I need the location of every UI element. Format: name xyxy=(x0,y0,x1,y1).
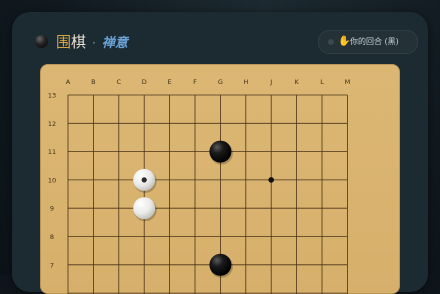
row-label: 13 xyxy=(48,92,56,100)
column-label: M xyxy=(345,78,351,86)
title-subtitle: 禅意 xyxy=(101,36,128,51)
turn-indicator: ✋ 你的回合 (黑) xyxy=(318,30,418,54)
column-label: L xyxy=(320,78,324,86)
header: 围棋 · 禅意 ✋ 你的回合 (黑) xyxy=(22,30,418,54)
title-main: 棋 xyxy=(71,33,87,51)
column-label: B xyxy=(91,78,95,86)
black-stone-logo-icon xyxy=(35,35,48,48)
column-label: E xyxy=(168,78,172,86)
turn-label: 你的回合 (黑) xyxy=(350,37,399,46)
star-point xyxy=(268,177,274,183)
column-label: F xyxy=(193,78,197,86)
row-label: 9 xyxy=(50,205,54,213)
black-stone[interactable] xyxy=(209,253,232,276)
last-move-marker xyxy=(141,177,147,183)
column-label: J xyxy=(269,78,272,86)
row-label: 8 xyxy=(50,233,54,241)
row-label: 12 xyxy=(48,120,56,128)
white-stone[interactable] xyxy=(133,197,156,220)
row-label: 7 xyxy=(50,261,54,269)
column-label: H xyxy=(243,78,248,86)
column-label: C xyxy=(117,78,122,86)
column-label: D xyxy=(142,78,147,86)
board-canvas[interactable]: A B C D E F G H J K L M 13 12 11 10 9 8 7 xyxy=(40,64,400,294)
hand-icon: ✋ xyxy=(338,36,351,47)
column-label: A xyxy=(66,78,71,86)
go-board[interactable]: A B C D E F G H J K L M 13 12 11 10 9 8 7 xyxy=(40,64,400,294)
title-separator: · xyxy=(92,36,96,50)
row-label: 10 xyxy=(48,176,56,184)
column-label: K xyxy=(294,78,299,86)
title-accent: 围 xyxy=(56,33,72,51)
black-stone[interactable] xyxy=(209,140,232,163)
column-label: G xyxy=(218,78,223,86)
page-title: 围棋 · 禅意 xyxy=(56,32,128,54)
row-label: 11 xyxy=(48,148,56,156)
turn-status-dot xyxy=(328,39,334,45)
